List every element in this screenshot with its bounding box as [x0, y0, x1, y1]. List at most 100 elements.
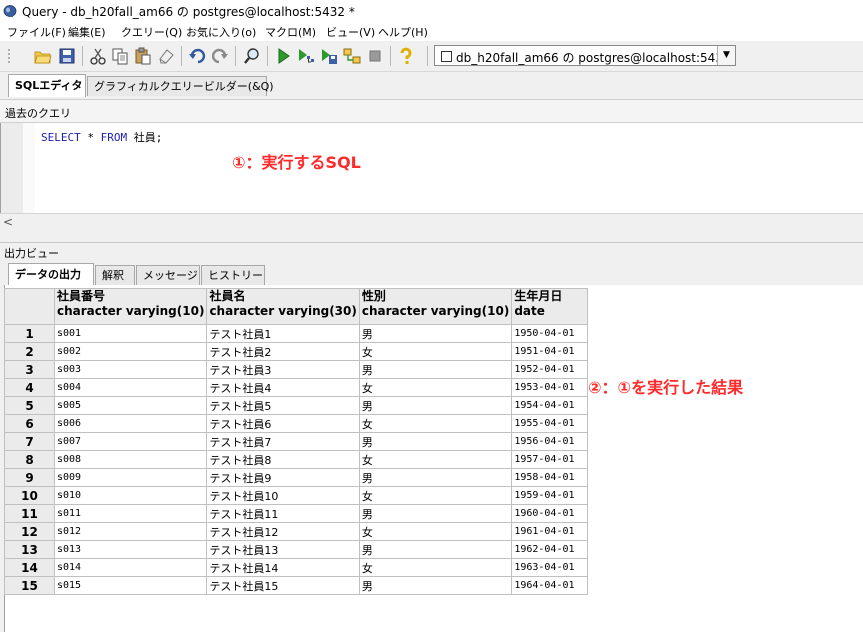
- table-row[interactable]: 5 s005 テスト社員5 男 1954-04-01: [4, 396, 589, 415]
- table-cell[interactable]: テスト社員5: [206, 396, 360, 415]
- table-cell[interactable]: 1962-04-01: [511, 540, 589, 559]
- column-header[interactable]: 生年月日 date: [511, 288, 589, 325]
- table-cell[interactable]: s015: [53, 576, 208, 595]
- table-cell[interactable]: 男: [358, 396, 513, 415]
- menu-help[interactable]: ヘルプ(H): [378, 24, 428, 40]
- table-cell[interactable]: s001: [53, 324, 208, 343]
- table-cell[interactable]: 1950-04-01: [511, 324, 589, 343]
- copy-icon[interactable]: [111, 47, 129, 65]
- table-cell[interactable]: 男: [358, 540, 513, 559]
- menu-favorites[interactable]: お気に入り(o): [186, 24, 256, 40]
- sql-text[interactable]: SELECT * FROM 社員;: [41, 129, 162, 145]
- explain-icon[interactable]: [297, 47, 315, 65]
- table-cell[interactable]: 女: [358, 486, 513, 505]
- table-cell[interactable]: 女: [358, 522, 513, 541]
- table-row[interactable]: 8 s008 テスト社員8 女 1957-04-01: [4, 450, 589, 469]
- table-cell[interactable]: s007: [53, 432, 208, 451]
- editor-horizontal-scrollbar[interactable]: <: [0, 213, 863, 231]
- menu-file[interactable]: ファイル(F): [7, 24, 66, 40]
- table-cell[interactable]: 男: [358, 576, 513, 595]
- column-header[interactable]: 社員番号 character varying(10): [53, 288, 208, 325]
- table-cell[interactable]: 男: [358, 468, 513, 487]
- table-row[interactable]: 2 s002 テスト社員2 女 1951-04-01: [4, 342, 589, 361]
- table-cell[interactable]: 1963-04-01: [511, 558, 589, 577]
- row-number[interactable]: 5: [4, 396, 55, 415]
- table-cell[interactable]: 男: [358, 360, 513, 379]
- row-number[interactable]: 14: [4, 558, 55, 577]
- table-cell[interactable]: テスト社員12: [206, 522, 360, 541]
- table-cell[interactable]: s014: [53, 558, 208, 577]
- table-row[interactable]: 6 s006 テスト社員6 女 1955-04-01: [4, 414, 589, 433]
- table-cell[interactable]: テスト社員2: [206, 342, 360, 361]
- column-header[interactable]: 社員名 character varying(30): [206, 288, 360, 325]
- tab-graphical-query-builder[interactable]: グラフィカルクエリービルダー(&Q): [87, 76, 274, 96]
- table-cell[interactable]: s006: [53, 414, 208, 433]
- table-cell[interactable]: 男: [358, 324, 513, 343]
- table-row[interactable]: 10 s010 テスト社員10 女 1959-04-01: [4, 486, 589, 505]
- table-cell[interactable]: 女: [358, 342, 513, 361]
- cut-icon[interactable]: [89, 47, 107, 65]
- table-row[interactable]: 4 s004 テスト社員4 女 1953-04-01: [4, 378, 589, 397]
- save-icon[interactable]: [58, 47, 76, 65]
- stop-icon[interactable]: [366, 47, 384, 65]
- table-cell[interactable]: 1957-04-01: [511, 450, 589, 469]
- table-cell[interactable]: 1960-04-01: [511, 504, 589, 523]
- tab-history[interactable]: ヒストリー: [201, 265, 265, 285]
- table-row[interactable]: 14 s014 テスト社員14 女 1963-04-01: [4, 558, 589, 577]
- table-row[interactable]: 9 s009 テスト社員9 男 1958-04-01: [4, 468, 589, 487]
- query-builder-icon[interactable]: [343, 47, 361, 65]
- open-folder-icon[interactable]: [34, 47, 52, 65]
- row-number[interactable]: 10: [4, 486, 55, 505]
- table-cell[interactable]: 女: [358, 450, 513, 469]
- tab-sql-editor[interactable]: SQLエディタ: [8, 74, 86, 97]
- table-cell[interactable]: 女: [358, 558, 513, 577]
- table-cell[interactable]: テスト社員8: [206, 450, 360, 469]
- table-cell[interactable]: テスト社員3: [206, 360, 360, 379]
- table-cell[interactable]: テスト社員1: [206, 324, 360, 343]
- table-cell[interactable]: s005: [53, 396, 208, 415]
- row-number[interactable]: 8: [4, 450, 55, 469]
- table-cell[interactable]: 1953-04-01: [511, 378, 589, 397]
- chevron-down-icon[interactable]: ▼: [717, 46, 735, 65]
- redo-icon[interactable]: [211, 47, 229, 65]
- table-cell[interactable]: テスト社員9: [206, 468, 360, 487]
- tab-messages[interactable]: メッセージ: [136, 265, 200, 285]
- menu-view[interactable]: ビュー(V): [326, 24, 375, 40]
- connection-select[interactable]: db_h20fall_am66 の postgres@localhost:543…: [434, 45, 736, 66]
- table-cell[interactable]: テスト社員13: [206, 540, 360, 559]
- table-cell[interactable]: 1952-04-01: [511, 360, 589, 379]
- table-row[interactable]: 7 s007 テスト社員7 男 1956-04-01: [4, 432, 589, 451]
- row-number[interactable]: 13: [4, 540, 55, 559]
- table-cell[interactable]: 1955-04-01: [511, 414, 589, 433]
- history-label[interactable]: 過去のクエリ: [5, 105, 71, 121]
- row-number[interactable]: 6: [4, 414, 55, 433]
- table-cell[interactable]: 1959-04-01: [511, 486, 589, 505]
- undo-icon[interactable]: [188, 47, 206, 65]
- menu-edit[interactable]: 編集(E): [68, 24, 106, 40]
- table-cell[interactable]: 1951-04-01: [511, 342, 589, 361]
- menu-macro[interactable]: マクロ(M): [265, 24, 316, 40]
- table-cell[interactable]: 1964-04-01: [511, 576, 589, 595]
- table-cell[interactable]: テスト社員6: [206, 414, 360, 433]
- row-number[interactable]: 15: [4, 576, 55, 595]
- table-cell[interactable]: s011: [53, 504, 208, 523]
- table-row[interactable]: 11 s011 テスト社員11 男 1960-04-01: [4, 504, 589, 523]
- table-cell[interactable]: s002: [53, 342, 208, 361]
- row-number[interactable]: 3: [4, 360, 55, 379]
- row-number[interactable]: 7: [4, 432, 55, 451]
- execute-icon[interactable]: [274, 47, 292, 65]
- table-cell[interactable]: s003: [53, 360, 208, 379]
- table-cell[interactable]: 男: [358, 432, 513, 451]
- table-cell[interactable]: テスト社員10: [206, 486, 360, 505]
- row-number[interactable]: 12: [4, 522, 55, 541]
- scroll-left-icon[interactable]: <: [3, 215, 13, 229]
- find-icon[interactable]: [243, 47, 261, 65]
- row-number[interactable]: 1: [4, 324, 55, 343]
- tab-data-output[interactable]: データの出力: [8, 263, 94, 286]
- help-icon[interactable]: [397, 47, 415, 65]
- row-number[interactable]: 4: [4, 378, 55, 397]
- pane-splitter[interactable]: [0, 230, 863, 242]
- table-cell[interactable]: s013: [53, 540, 208, 559]
- table-cell[interactable]: 1954-04-01: [511, 396, 589, 415]
- table-cell[interactable]: テスト社員14: [206, 558, 360, 577]
